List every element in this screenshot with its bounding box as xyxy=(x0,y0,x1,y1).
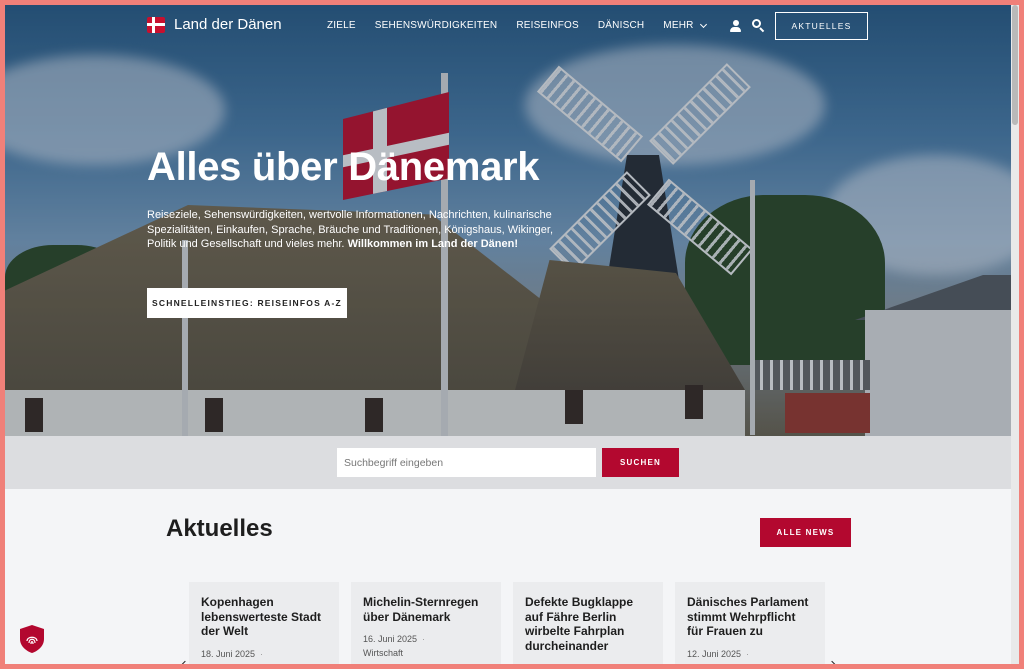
search-icon[interactable] xyxy=(752,19,765,33)
news-card-meta: 18. Juni 2025 · xyxy=(201,647,327,661)
browser-viewport: Land der Dänen ZIELE SEHENSWÜRDIGKEITEN … xyxy=(5,5,1011,664)
meta-separator: · xyxy=(422,634,426,644)
user-icon[interactable] xyxy=(729,20,742,33)
carousel-next-icon[interactable] xyxy=(827,660,837,664)
search-button[interactable]: SUCHEN xyxy=(602,448,679,477)
aktuelles-button[interactable]: AKTUELLES xyxy=(775,12,868,40)
hero-title: Alles über Dänemark xyxy=(147,145,540,189)
chevron-down-icon xyxy=(699,20,707,28)
news-card[interactable]: Dänisches Parlament stimmt Wehrpflicht f… xyxy=(675,582,825,664)
news-card[interactable]: Michelin-Sternregen über Dänemark 16. Ju… xyxy=(351,582,501,664)
nav-item-ziele[interactable]: ZIELE xyxy=(327,20,356,31)
news-card-title: Defekte Bugklappe auf Fähre Berlin wirbe… xyxy=(525,595,634,653)
hero-welcome: Willkommen im Land der Dänen! xyxy=(347,238,518,251)
top-navigation: Land der Dänen ZIELE SEHENSWÜRDIGKEITEN … xyxy=(5,5,1011,49)
nav-item-label: DÄNISCH xyxy=(597,20,645,31)
privacy-shield-icon[interactable] xyxy=(18,624,46,654)
nav-item-label: ZIELE xyxy=(327,20,356,31)
news-card[interactable]: Kopenhagen lebenswerteste Stadt der Welt… xyxy=(189,582,339,664)
news-card-date: 12. Juni 2025 xyxy=(687,648,742,659)
meta-separator: · xyxy=(746,648,750,659)
scrollbar[interactable] xyxy=(1011,5,1019,664)
nav-item-label: MEHR xyxy=(663,20,694,31)
search-input[interactable] xyxy=(337,448,596,477)
carousel-prev-icon[interactable] xyxy=(180,660,190,664)
news-card-title: Michelin-Sternregen über Dänemark xyxy=(363,595,479,624)
news-card-meta: 12. Juni 2025 · xyxy=(687,647,813,661)
news-carousel: Kopenhagen lebenswerteste Stadt der Welt… xyxy=(189,582,825,664)
nav-item-mehr[interactable]: MEHR xyxy=(663,20,707,31)
danish-flag-icon xyxy=(147,16,165,33)
news-card-title: Kopenhagen lebenswerteste Stadt der Welt xyxy=(201,595,322,638)
news-card-title: Dänisches Parlament stimmt Wehrpflicht f… xyxy=(687,595,809,638)
news-section-title: Aktuelles xyxy=(166,515,273,542)
nav-item-reiseinfos[interactable]: REISEINFOS xyxy=(516,20,579,31)
nav-item-label: SEHENSWÜRDIGKEITEN xyxy=(374,20,498,31)
nav-item-label: REISEINFOS xyxy=(516,20,579,31)
hero-section: Land der Dänen ZIELE SEHENSWÜRDIGKEITEN … xyxy=(5,5,1011,436)
news-card-date: 16. Juni 2025 xyxy=(363,634,418,644)
news-card-date: 18. Juni 2025 xyxy=(201,648,256,659)
nav-item-daenisch[interactable]: DÄNISCH xyxy=(598,20,644,31)
search-bar: SUCHEN xyxy=(5,436,1011,489)
nav-item-sehenswuerdigkeiten[interactable]: SEHENSWÜRDIGKEITEN xyxy=(375,20,498,31)
scrollbar-thumb[interactable] xyxy=(1012,5,1018,125)
news-card-category[interactable]: Wirtschaft xyxy=(363,648,403,658)
quick-access-button[interactable]: SCHNELLEINSTIEG: REISEINFOS A-Z xyxy=(147,288,347,318)
hero-description: Reiseziele, Sehenswürdigkeiten, wertvoll… xyxy=(147,208,577,252)
brand-logo[interactable]: Land der Dänen xyxy=(147,16,282,33)
brand-name: Land der Dänen xyxy=(174,16,282,33)
all-news-button[interactable]: ALLE NEWS xyxy=(760,518,851,547)
news-card-meta: 16. Juni 2025 · Wirtschaft xyxy=(363,632,489,660)
meta-separator: · xyxy=(260,648,264,659)
news-card[interactable]: Defekte Bugklappe auf Fähre Berlin wirbe… xyxy=(513,582,663,664)
main-menu: ZIELE SEHENSWÜRDIGKEITEN REISEINFOS DÄNI… xyxy=(327,20,707,31)
